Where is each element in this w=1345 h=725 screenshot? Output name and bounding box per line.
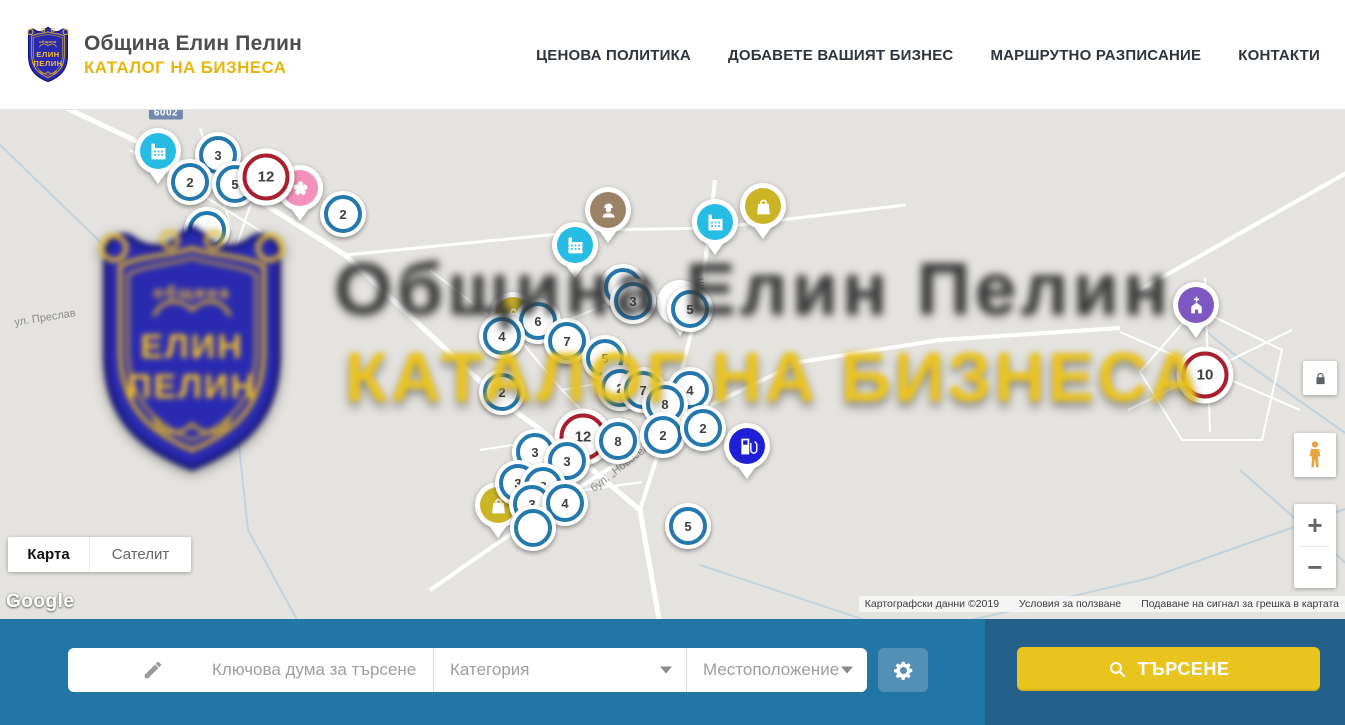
map-cluster-marker[interactable]: 4 xyxy=(479,313,525,359)
chevron-down-icon xyxy=(660,667,672,674)
factory-icon xyxy=(705,212,726,233)
search-button[interactable]: ТЪРСЕНЕ xyxy=(1017,647,1320,691)
factory-icon xyxy=(565,235,586,256)
search-bar: Категория Местоположение Т xyxy=(0,619,1345,725)
cluster-count: 4 xyxy=(686,383,693,398)
cluster-count: 8 xyxy=(661,397,668,412)
cluster-count: 2 xyxy=(659,428,666,443)
gear-icon xyxy=(893,660,914,681)
map-cluster-marker[interactable]: 5 xyxy=(665,503,711,549)
map-canvas[interactable]: 60023 ул. Преславбул. „Новоселция 325122… xyxy=(0,110,1345,619)
search-bar-right-panel: ТЪРСЕНЕ xyxy=(985,619,1345,725)
main-nav: ЦЕНОВА ПОЛИТИКА ДОБАВЕТЕ ВАШИЯТ БИЗНЕС М… xyxy=(536,0,1320,110)
search-bar-left-panel: Категория Местоположение xyxy=(0,619,985,725)
search-button-label: ТЪРСЕНЕ xyxy=(1138,659,1230,680)
zoom-control: + − xyxy=(1294,504,1336,588)
map-cluster-marker[interactable] xyxy=(184,207,230,253)
brand-text: Община Елин Пелин КАТАЛОГ НА БИЗНЕСА xyxy=(84,32,302,78)
brand-title: Община Елин Пелин xyxy=(84,32,302,56)
map-cluster-marker[interactable]: 10 xyxy=(1177,347,1234,404)
terms-of-use-link[interactable]: Условия за ползване xyxy=(1019,598,1121,610)
map-cluster-marker[interactable]: 2 xyxy=(167,159,213,205)
cluster-count: 7 xyxy=(563,334,570,349)
map-type-satellite-button[interactable]: Сателит xyxy=(90,537,191,572)
cluster-count: 5 xyxy=(601,351,608,366)
cluster-count: 4 xyxy=(498,329,505,344)
map-cluster-marker[interactable]: 12 xyxy=(238,149,295,206)
category-dropdown-label: Категория xyxy=(450,660,529,680)
chevron-down-icon xyxy=(841,667,853,674)
search-icon xyxy=(1108,660,1127,679)
map-cluster-marker[interactable]: 2 xyxy=(479,369,525,415)
site-header: Община Елин Пелин КАТАЛОГ НА БИЗНЕСА ЦЕН… xyxy=(0,0,1345,110)
pencil-icon xyxy=(142,659,164,681)
map-type-map-button[interactable]: Карта xyxy=(8,537,90,572)
cluster-count: 5 xyxy=(684,519,691,534)
location-dropdown-label: Местоположение xyxy=(703,660,839,680)
advanced-settings-button[interactable] xyxy=(878,648,928,692)
attribution-copyright: Картографски данни ©2019 xyxy=(865,598,999,610)
map-pin-fuel[interactable] xyxy=(724,423,770,483)
cluster-count: 3 xyxy=(563,454,570,469)
map-cluster-marker[interactable]: 3 xyxy=(610,278,656,324)
map-cluster-marker[interactable] xyxy=(510,505,556,551)
cluster-count: 2 xyxy=(186,175,193,190)
google-logo[interactable]: Google xyxy=(6,591,74,613)
worker-icon xyxy=(598,200,619,221)
map-pin-church[interactable] xyxy=(1173,282,1219,342)
lock-control[interactable] xyxy=(1303,361,1337,395)
search-box: Категория Местоположение xyxy=(68,648,867,692)
municipality-logo-icon xyxy=(24,26,72,83)
cluster-count: 2 xyxy=(699,421,706,436)
map-cluster-marker[interactable]: 5 xyxy=(667,286,713,332)
pegman-icon xyxy=(1304,440,1326,470)
nav-route-schedule[interactable]: МАРШРУТНО РАЗПИСАНИЕ xyxy=(990,47,1201,64)
map-attribution: Картографски данни ©2019 Условия за полз… xyxy=(859,596,1345,612)
fuel-icon xyxy=(737,436,758,457)
map-type-control: Карта Сателит xyxy=(8,537,191,572)
cluster-count: 6 xyxy=(534,314,541,329)
cluster-count: 5 xyxy=(686,302,693,317)
map-cluster-marker[interactable]: 2 xyxy=(680,405,726,451)
nav-pricing-policy[interactable]: ЦЕНОВА ПОЛИТИКА xyxy=(536,47,691,64)
factory-icon xyxy=(148,141,169,162)
map-pin-bag[interactable] xyxy=(740,183,786,243)
church-icon xyxy=(1186,295,1207,316)
map-cluster-marker[interactable]: 2 xyxy=(320,191,366,237)
pegman-control[interactable] xyxy=(1294,433,1336,477)
zoom-out-button[interactable]: − xyxy=(1294,547,1336,589)
cluster-count: 4 xyxy=(561,496,568,511)
page: Община Елин Пелин КАТАЛОГ НА БИЗНЕСА ЦЕН… xyxy=(0,0,1345,725)
brand-subtitle: КАТАЛОГ НА БИЗНЕСА xyxy=(84,58,302,78)
map-cluster-marker[interactable]: 8 xyxy=(595,418,641,464)
cluster-count: 12 xyxy=(258,169,275,186)
category-dropdown[interactable]: Категория xyxy=(434,648,687,692)
report-map-error-link[interactable]: Подаване на сигнал за грешка в картата xyxy=(1141,598,1339,610)
map-pin-factory[interactable] xyxy=(552,222,598,282)
brand[interactable]: Община Елин Пелин КАТАЛОГ НА БИЗНЕСА xyxy=(24,26,302,83)
zoom-in-button[interactable]: + xyxy=(1294,504,1336,546)
cluster-count: 3 xyxy=(214,148,221,163)
cluster-count: 3 xyxy=(531,445,538,460)
map-cluster-marker[interactable]: 2 xyxy=(640,412,686,458)
bag-icon xyxy=(753,196,774,217)
lock-icon xyxy=(1313,371,1328,386)
location-dropdown[interactable]: Местоположение xyxy=(687,648,867,692)
nav-add-business[interactable]: ДОБАВЕТЕ ВАШИЯТ БИЗНЕС xyxy=(728,47,953,64)
cluster-count: 3 xyxy=(629,294,636,309)
keyword-section xyxy=(68,648,434,692)
nav-contacts[interactable]: КОНТАКТИ xyxy=(1238,47,1320,64)
cluster-count: 2 xyxy=(339,207,346,222)
cluster-count: 2 xyxy=(498,385,505,400)
cluster-count: 10 xyxy=(1197,367,1214,384)
cluster-count: 8 xyxy=(614,434,621,449)
keyword-search-input[interactable] xyxy=(212,660,433,680)
map-pin-factory[interactable] xyxy=(692,199,738,259)
